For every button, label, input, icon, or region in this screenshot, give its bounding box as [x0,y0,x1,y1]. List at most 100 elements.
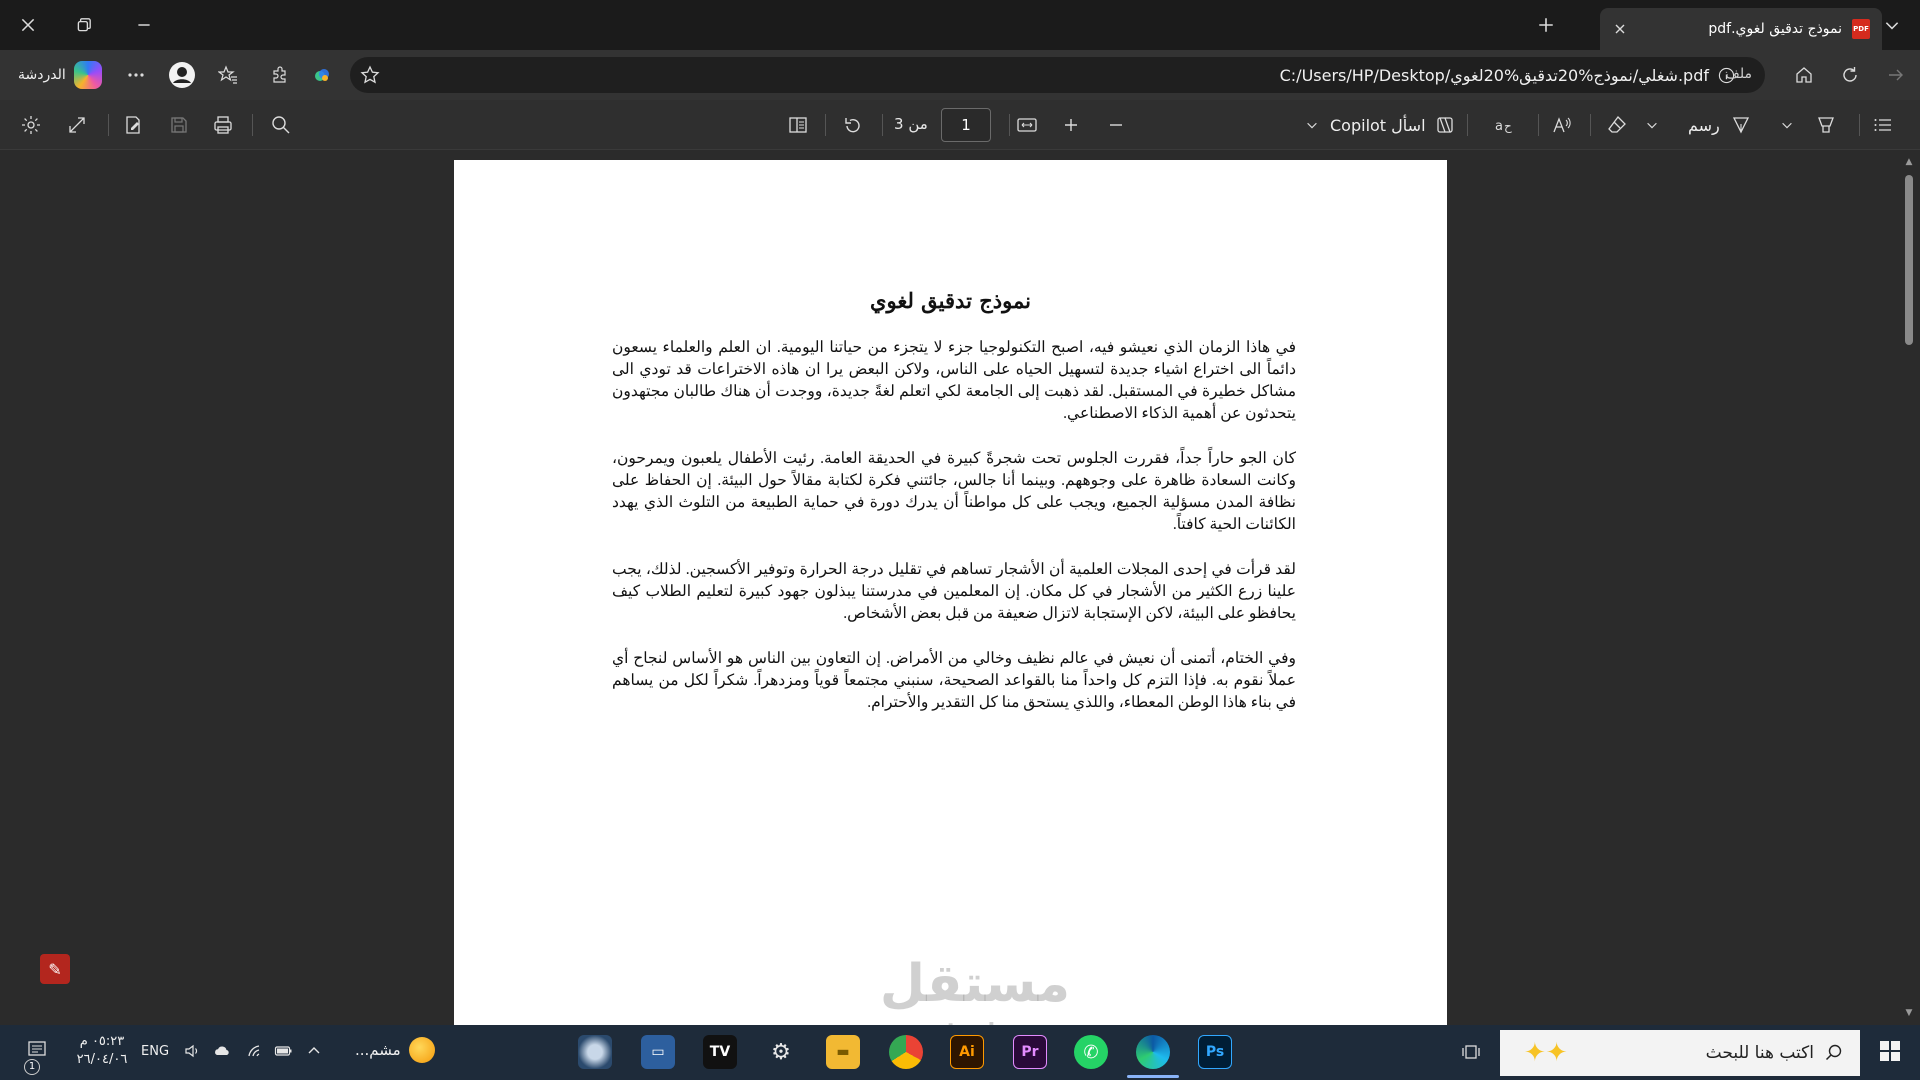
taskbar-app-laptop-icon[interactable]: ▭ [641,1035,675,1069]
zoom-out-button[interactable] [1105,114,1127,136]
highlight-button[interactable] [1815,114,1837,136]
weather-widget[interactable]: مشم... [355,1037,435,1063]
rotate-button[interactable] [842,114,864,136]
taskbar-search-box[interactable]: اكتب هنا للبحث ✦✦ [1500,1030,1860,1076]
pdf-viewer[interactable]: نموذج تدقيق لغوي في هاذا الزمان الذي نعي… [0,151,1920,1045]
search-icon [1824,1043,1844,1063]
favorites-button[interactable] [212,59,244,91]
fit-to-width-button[interactable] [1016,114,1038,136]
copilot-chat-button[interactable]: الدردشة [8,59,112,91]
translate-button[interactable]: aح [1494,114,1516,136]
system-clock[interactable]: ٠٥:٢٣ م ٢٦/٠٤/٠٦ [62,1033,142,1069]
address-url: C:/Users/HP/Desktop/شغلي/نموذج%20تدقيق%2… [1279,66,1709,85]
ask-copilot-button[interactable]: اسأل Copilot [1330,114,1456,136]
fullscreen-button[interactable] [66,114,88,136]
vertical-scrollbar[interactable]: ▲ ▼ [1898,151,1920,1025]
document-paragraph-1: في هاذا الزمان الذي نعيشو فيه، اصبح التك… [612,339,1296,422]
scroll-up-icon[interactable]: ▲ [1904,157,1914,167]
notifications-icon[interactable] [26,1039,48,1061]
draw-button[interactable]: رسم [1688,114,1752,136]
clock-time: ٠٥:٢٣ م [79,1034,125,1049]
document-paragraph-2: كان الجو حاراً جداً، فقررت الجلوس تحت شج… [612,450,1296,533]
search-placeholder: اكتب هنا للبحث [1705,1043,1814,1063]
tab-pdf[interactable]: PDF نموذج تدقيق لغوي.pdf [1600,8,1882,50]
close-tab-icon[interactable] [1612,21,1628,37]
erase-button[interactable] [1606,114,1628,136]
scroll-down-icon[interactable]: ▼ [1904,1008,1914,1018]
taskbar-app-illustrator-icon[interactable]: Ai [950,1035,984,1069]
taskbar-app-avatar-icon[interactable] [578,1035,612,1069]
taskbar-app-premiere-icon[interactable]: Pr [1013,1035,1047,1069]
read-aloud-button[interactable] [1551,114,1573,136]
refresh-button[interactable] [1834,59,1866,91]
edge-extension-icon [312,65,332,85]
task-view-icon[interactable] [1460,1041,1482,1063]
find-button[interactable] [270,114,292,136]
more-dots-icon [126,65,146,85]
taskbar-app-settings-icon[interactable]: ⚙ [764,1035,798,1069]
pdf-page: نموذج تدقيق لغوي في هاذا الزمان الذي نعي… [454,160,1447,1025]
navigation-bar: الدردشة C:/Users/HP/Desktop/شغلي/نموذج%2… [0,50,1920,100]
address-bar[interactable]: C:/Users/HP/Desktop/شغلي/نموذج%20تدقيق%2… [350,57,1765,93]
restore-window-button[interactable] [56,0,112,50]
page-view-button[interactable] [787,114,809,136]
eraser-icon [1606,114,1628,136]
ask-copilot-dropdown-button[interactable] [1305,114,1319,136]
edit-pdf-button[interactable] [122,114,144,136]
taskbar-app-edge-icon[interactable] [1136,1035,1170,1069]
rotate-icon [842,114,864,136]
adobe-acrobat-icon[interactable]: ✎ [40,954,70,984]
weather-label: مشم... [355,1041,401,1059]
close-window-button[interactable] [0,0,56,50]
tab-actions-button[interactable] [1864,0,1920,50]
page-number-input[interactable] [941,108,991,142]
taskbar-app-chrome-icon[interactable] [889,1035,923,1069]
onedrive-icon[interactable] [213,1042,231,1060]
expand-icon [66,114,88,136]
scrollbar-thumb[interactable] [1905,175,1913,345]
browser-essentials-button[interactable] [306,59,338,91]
minimize-window-button[interactable] [116,0,172,50]
favorites-list-icon [218,65,238,85]
contents-button[interactable] [1872,114,1894,136]
taskbar-app-explorer-icon[interactable]: ▬ [826,1035,860,1069]
pdf-settings-button[interactable] [20,114,42,136]
profile-button[interactable] [166,59,198,91]
home-button[interactable] [1788,59,1820,91]
plus-icon [1060,114,1082,136]
extensions-button[interactable] [264,59,296,91]
forward-button[interactable] [1880,59,1912,91]
wifi-icon[interactable] [245,1042,263,1060]
windows-start-icon[interactable] [1878,1039,1902,1063]
document-paragraph-4: وفي الختام، أتمنى أن نعيش في عالم نظيف و… [612,650,1296,711]
home-icon [1794,65,1814,85]
restore-icon [75,16,93,34]
chevron-down-icon [1780,118,1794,132]
draw-label: رسم [1688,115,1720,135]
taskbar-app-tradingview-icon[interactable]: TV [703,1035,737,1069]
address-file-label: ملف [1725,66,1752,82]
highlight-options-button[interactable] [1780,114,1794,136]
battery-icon[interactable] [274,1042,292,1060]
clock-date: ٢٦/٠٤/٠٦ [76,1052,128,1067]
new-tab-button[interactable] [1518,0,1574,50]
svg-text:a: a [1495,119,1503,134]
taskbar-app-whatsapp-icon[interactable]: ✆ [1074,1035,1108,1069]
save-button[interactable] [168,114,190,136]
chevron-up-icon[interactable] [305,1042,323,1060]
taskbar-app-photoshop-icon[interactable]: Ps [1198,1035,1232,1069]
star-icon[interactable] [360,65,380,85]
svg-text:ح: ح [1504,119,1512,133]
copilot-logo-icon [73,61,102,89]
zoom-in-button[interactable] [1060,114,1082,136]
ask-copilot-label: اسأل Copilot [1330,115,1426,135]
more-menu-button[interactable] [120,59,152,91]
gear-icon [20,114,42,136]
print-button[interactable] [212,114,234,136]
volume-icon[interactable] [183,1042,201,1060]
draw-options-button[interactable] [1645,114,1659,136]
printer-icon [212,114,234,136]
search-icon [270,114,292,136]
plus-icon [1537,16,1555,34]
language-indicator[interactable]: ENG [141,1044,169,1059]
